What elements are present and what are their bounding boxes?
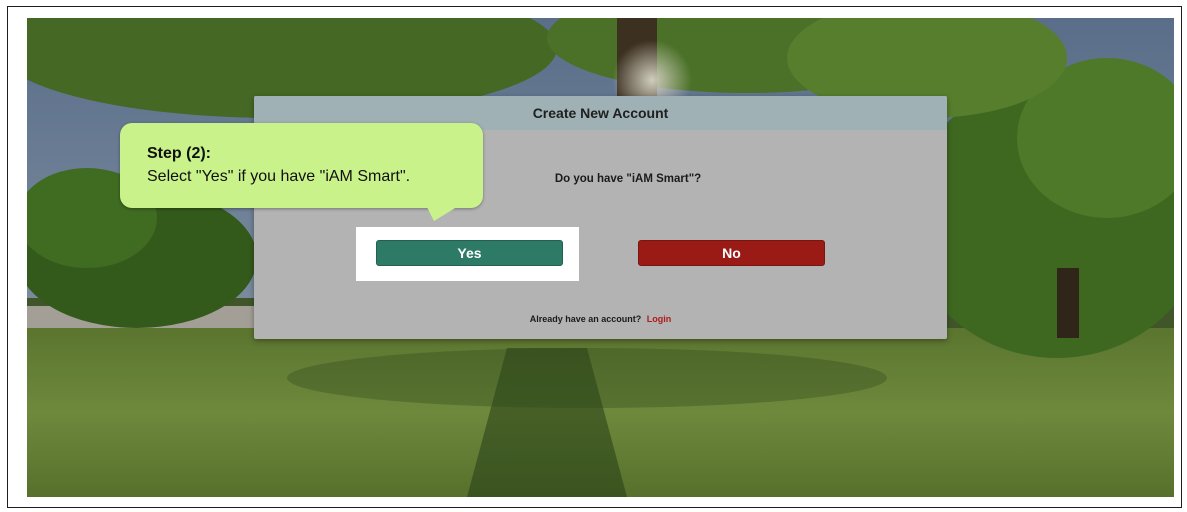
- question-text: Do you have "iAM Smart"?: [554, 173, 702, 185]
- step-callout: Step (2): Select "Yes" if you have "iAM …: [120, 123, 483, 208]
- login-link[interactable]: Login: [647, 314, 672, 324]
- login-prompt-line: Already have an account? Login: [254, 314, 947, 324]
- callout-text: Select "Yes" if you have "iAM Smart".: [147, 168, 411, 185]
- no-button[interactable]: No: [638, 240, 825, 266]
- yes-button[interactable]: Yes: [376, 240, 563, 266]
- callout-pointer: [426, 205, 460, 221]
- callout-title: Step (2):: [147, 145, 211, 162]
- login-prompt-text: Already have an account?: [529, 314, 642, 324]
